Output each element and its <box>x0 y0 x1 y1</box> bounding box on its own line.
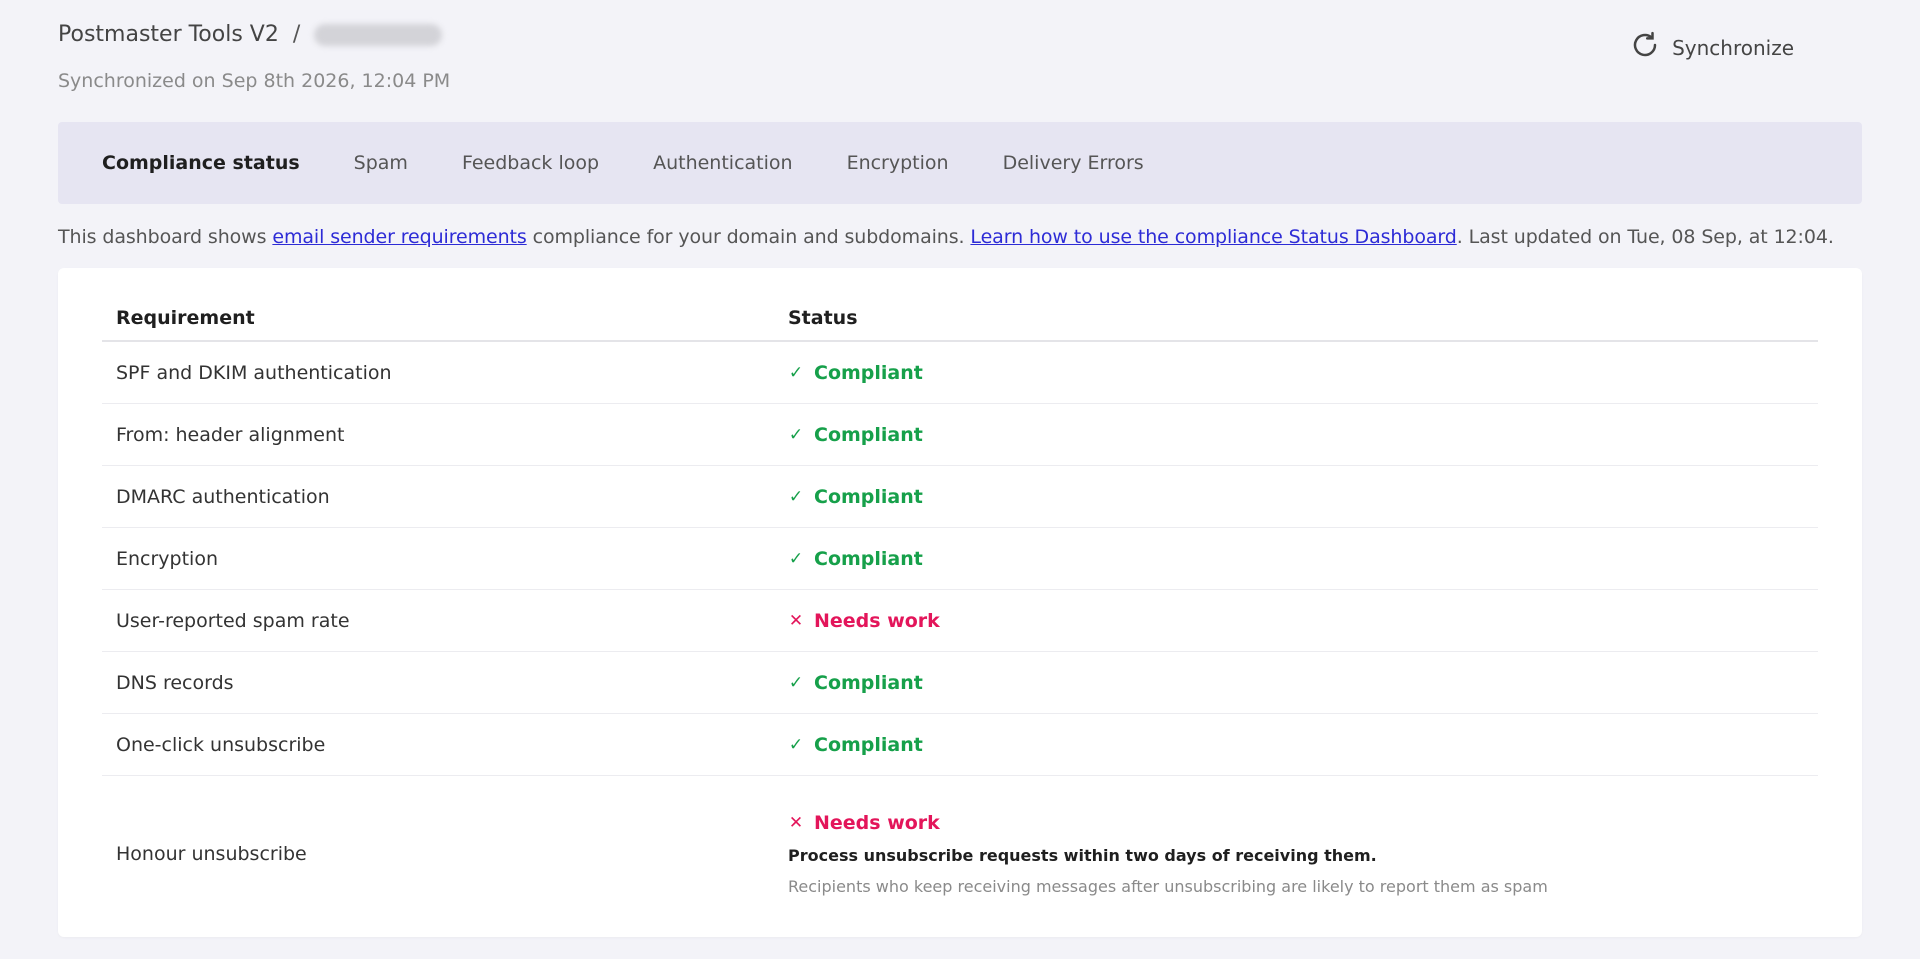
status-label: Compliant <box>814 423 923 446</box>
header-status: Status <box>788 307 858 329</box>
synchronize-label: Synchronize <box>1672 35 1794 60</box>
requirement-name: One-click unsubscribe <box>116 733 326 756</box>
status-label: Compliant <box>814 485 923 508</box>
table-row: One-click unsubscribe ✓ Compliant <box>102 714 1818 776</box>
table-row: Honour unsubscribe ✕ Needs work Process u… <box>102 776 1818 932</box>
table-row: DNS records ✓ Compliant <box>102 652 1818 714</box>
intro-prefix: This dashboard shows <box>58 226 273 248</box>
breadcrumb-domain-redacted <box>314 23 443 46</box>
tab-compliance-status[interactable]: Compliance status <box>102 152 300 174</box>
check-icon: ✓ <box>788 486 804 507</box>
refresh-icon <box>1630 30 1660 65</box>
requirement-name: From: header alignment <box>116 423 345 446</box>
tab-feedback-loop[interactable]: Feedback loop <box>462 152 599 174</box>
table-row: User-reported spam rate ✕ Needs work <box>102 590 1818 652</box>
check-icon: ✓ <box>788 672 804 693</box>
status-badge: ✓ Compliant <box>788 548 1818 570</box>
status-badge: ✓ Compliant <box>788 734 1818 756</box>
check-icon: ✓ <box>788 424 804 445</box>
check-icon: ✓ <box>788 548 804 569</box>
tab-spam[interactable]: Spam <box>354 152 408 174</box>
breadcrumb-separator: / <box>292 22 301 47</box>
status-label: Needs work <box>814 609 940 632</box>
email-sender-requirements-link[interactable]: email sender requirements <box>272 226 526 248</box>
requirement-name: Encryption <box>116 547 219 570</box>
cross-icon: ✕ <box>788 813 804 833</box>
status-label: Compliant <box>814 361 923 384</box>
table-header: Requirement Status <box>102 296 1818 342</box>
requirement-name: DMARC authentication <box>116 485 330 508</box>
cross-icon: ✕ <box>788 610 804 631</box>
compliance-table-card: Requirement Status SPF and DKIM authenti… <box>58 268 1862 937</box>
status-badge: ✓ Compliant <box>788 424 1818 446</box>
status-label: Compliant <box>814 547 923 570</box>
page: Postmaster Tools V2 / Synchronized on Se… <box>0 0 1920 959</box>
remediation-note: Recipients who keep receiving messages a… <box>788 877 1548 896</box>
sync-timestamp: Synchronized on Sep 8th 2026, 12:04 PM <box>58 70 451 92</box>
status-badge: ✕ Needs work <box>788 610 1818 632</box>
requirement-name: SPF and DKIM authentication <box>116 361 392 384</box>
table-row: Encryption ✓ Compliant <box>102 528 1818 590</box>
status-badge: ✕ Needs work <box>788 812 1818 834</box>
tab-authentication[interactable]: Authentication <box>653 152 792 174</box>
check-icon: ✓ <box>788 362 804 383</box>
dashboard-intro: This dashboard shows email sender requir… <box>58 226 1862 248</box>
breadcrumb: Postmaster Tools V2 / <box>58 22 443 47</box>
intro-suffix: . Last updated on Tue, 08 Sep, at 12:04. <box>1456 226 1834 248</box>
status-label: Compliant <box>814 671 923 694</box>
page-header: Postmaster Tools V2 / Synchronized on Se… <box>58 0 1862 122</box>
table-row: DMARC authentication ✓ Compliant <box>102 466 1818 528</box>
learn-compliance-dashboard-link[interactable]: Learn how to use the compliance Status D… <box>970 226 1456 248</box>
header-requirement: Requirement <box>116 307 255 329</box>
status-label: Compliant <box>814 733 923 756</box>
tab-bar: Compliance status Spam Feedback loop Aut… <box>58 122 1862 204</box>
status-badge: ✓ Compliant <box>788 672 1818 694</box>
synchronize-button[interactable]: Synchronize <box>1630 30 1794 65</box>
requirement-name: DNS records <box>116 671 234 694</box>
tab-delivery-errors[interactable]: Delivery Errors <box>1003 152 1144 174</box>
intro-middle: compliance for your domain and subdomain… <box>526 226 971 248</box>
status-badge: ✓ Compliant <box>788 362 1818 384</box>
remediation-title: Process unsubscribe requests within two … <box>788 846 1377 865</box>
check-icon: ✓ <box>788 734 804 755</box>
table-row: SPF and DKIM authentication ✓ Compliant <box>102 342 1818 404</box>
tab-encryption[interactable]: Encryption <box>847 152 949 174</box>
table-row: From: header alignment ✓ Compliant <box>102 404 1818 466</box>
requirement-name: Honour unsubscribe <box>116 843 307 865</box>
breadcrumb-root[interactable]: Postmaster Tools V2 <box>58 22 279 47</box>
status-badge: ✓ Compliant <box>788 486 1818 508</box>
requirement-name: User-reported spam rate <box>116 609 350 632</box>
status-label: Needs work <box>814 812 940 834</box>
